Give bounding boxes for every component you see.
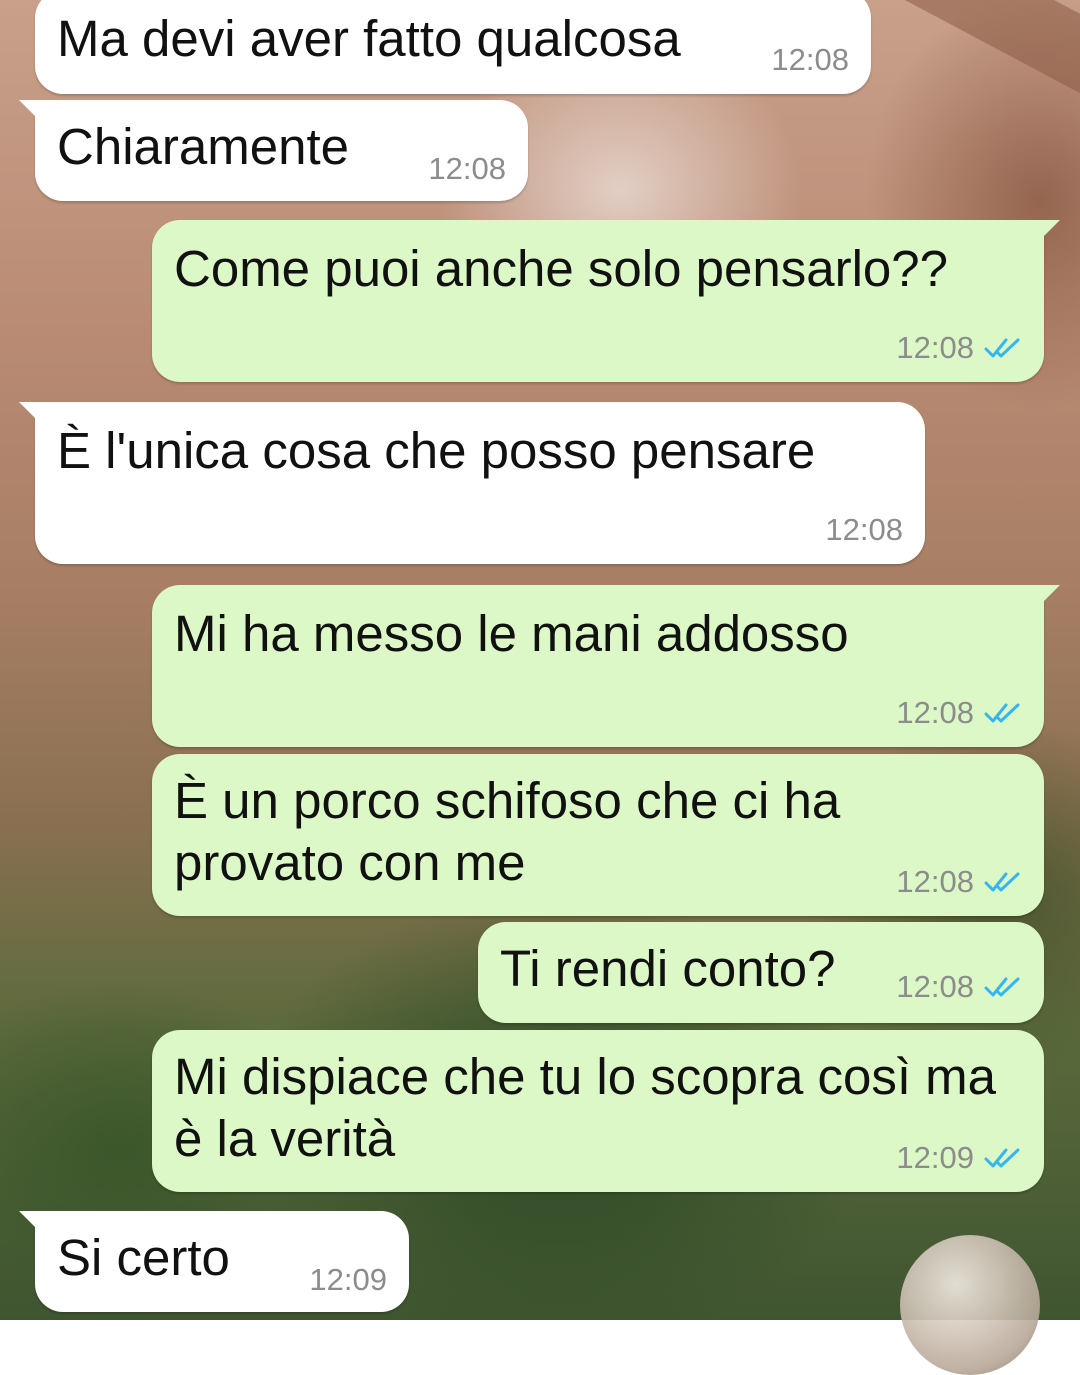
message-text: Chiaramente (57, 118, 349, 175)
message-meta: 12:08 (428, 151, 506, 187)
wallpaper-ornament (900, 1235, 1040, 1375)
message-meta: 12:08 (896, 864, 1022, 900)
message-time: 12:08 (771, 42, 849, 77)
message-bubble-incoming[interactable]: Si certo 12:09 (19, 1211, 409, 1312)
message-meta: 12:09 (896, 1140, 1022, 1176)
message-meta: 12:08 (896, 969, 1022, 1005)
message-bubble-outgoing[interactable]: Mi ha messo le mani addosso 12:08 (152, 585, 1060, 747)
message-text: Ma devi aver fatto qualcosa (57, 10, 681, 67)
message-text: È l'unica cosa che posso pensare (57, 422, 816, 479)
message-bubble-incoming[interactable]: È l'unica cosa che posso pensare 12:08 (19, 402, 925, 564)
message-text: Mi ha messo le mani addosso (174, 605, 849, 662)
message-meta: 12:08 (825, 512, 903, 548)
message-time: 12:08 (428, 151, 506, 186)
double-check-icon (984, 703, 1020, 723)
message-bubble-outgoing[interactable]: Ti rendi conto? 12:08 (478, 922, 1044, 1023)
message-text: È un porco schifoso che ci ha provato co… (174, 772, 841, 891)
message-bubble-outgoing[interactable]: Mi dispiace che tu lo scopra così ma è l… (152, 1030, 1044, 1192)
message-time: 12:09 (896, 1140, 974, 1175)
message-time: 12:09 (309, 1262, 387, 1297)
double-check-icon (984, 338, 1020, 358)
message-time: 12:08 (896, 864, 974, 899)
message-bubble-outgoing[interactable]: È un porco schifoso che ci ha provato co… (152, 754, 1044, 916)
message-meta: 12:09 (309, 1262, 387, 1298)
message-time: 12:08 (825, 512, 903, 547)
message-text: Ti rendi conto? (500, 940, 836, 997)
message-time: 12:08 (896, 969, 974, 1004)
double-check-icon (984, 1148, 1020, 1168)
double-check-icon (984, 977, 1020, 997)
message-text: Come puoi anche solo pensarlo?? (174, 240, 949, 297)
message-time: 12:08 (896, 330, 974, 365)
message-meta: 12:08 (896, 695, 1022, 731)
message-bubble-outgoing[interactable]: Come puoi anche solo pensarlo?? 12:08 (152, 220, 1060, 382)
message-text: Si certo (57, 1229, 230, 1286)
message-text: Mi dispiace che tu lo scopra così ma è l… (174, 1048, 997, 1167)
message-time: 12:08 (896, 695, 974, 730)
message-meta: 12:08 (771, 42, 849, 78)
message-bubble-incoming[interactable]: Ma devi aver fatto qualcosa 12:08 (35, 0, 871, 94)
double-check-icon (984, 872, 1020, 892)
message-meta: 12:08 (896, 330, 1022, 366)
message-bubble-incoming[interactable]: Chiaramente 12:08 (19, 100, 528, 201)
